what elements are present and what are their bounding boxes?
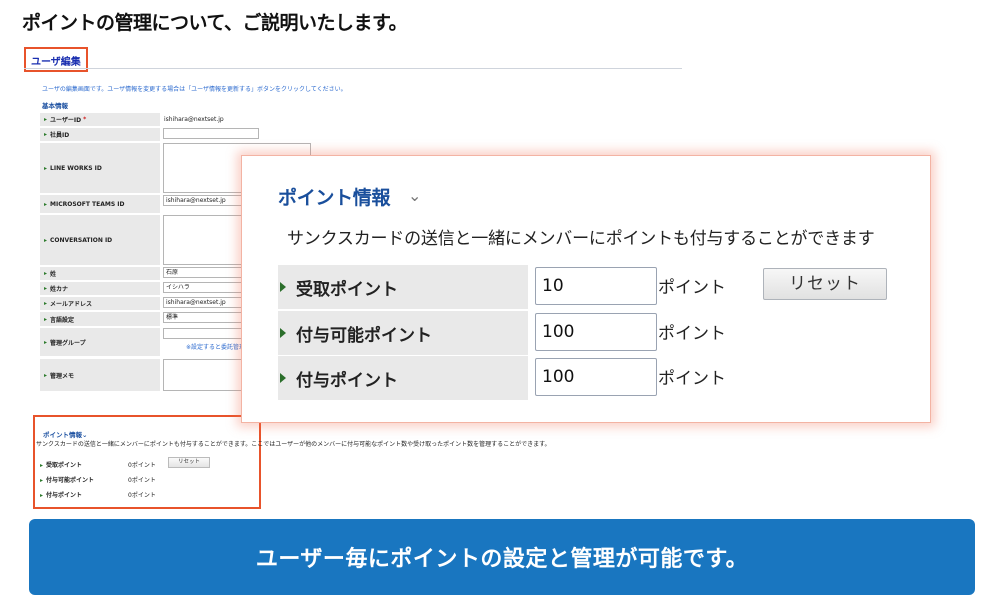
triangle-marker-icon [280,373,286,383]
zoom-points-title: ポイント情報 [278,187,391,209]
label-kana: 姓カナ [40,282,160,295]
row-kana: 姓カナ イシハラ [40,281,268,296]
label-language: 言語設定 [40,312,160,326]
zoom-label-received: 受取ポイント [278,265,528,309]
row-line-works-id: LINE WORKS ID [40,142,311,194]
unit-label: ポイント [658,324,726,344]
unit-label: ポイント [658,278,726,298]
row-last-name: 姓 石原 [40,266,268,281]
unit-label: ポイント [658,369,726,389]
summary-banner: ユーザー毎にポイントの設定と管理が可能です。 [29,519,975,595]
zoom-row-received: 受取ポイント 10 ポイント リセット [278,265,930,309]
reset-button[interactable]: リセット [168,457,210,468]
row-language: 言語設定 標準 [40,311,268,327]
points-description: サンクスカードの送信と一緒にメンバーにポイントも付与することができます。ここでは… [36,441,551,448]
tab-divider [24,68,682,69]
label-received-points: 受取ポイント [40,460,82,469]
intro-text: ユーザの編集画面です。ユーザ情報を変更する場合は「ユーザ情報を更新する」ボタンを… [42,86,347,93]
row-email: メールアドレス ishihara@nextset.jp [40,296,268,311]
row-conversation-id: CONVERSATION ID [40,214,311,266]
label-conversation-id: CONVERSATION ID [40,215,160,265]
points-section-title: ポイント情報⌄ [43,431,88,439]
zoom-label-grantable: 付与可能ポイント [278,311,528,355]
value-granted-points: 0ポイント [128,492,156,499]
label-grantable-points: 付与可能ポイント [40,475,94,484]
zoom-row-grantable: 付与可能ポイント 100 ポイント [278,311,930,355]
granted-points-input[interactable]: 100 [535,358,657,396]
grantable-points-input[interactable]: 100 [535,313,657,351]
label-teams-id: MICROSOFT TEAMS ID [40,195,160,213]
label-line-works-id: LINE WORKS ID [40,143,160,193]
row-memo: 管理メモ [40,358,311,392]
label-email: メールアドレス [40,297,160,310]
value-grantable-points: 0ポイント [128,477,156,484]
label-group: 管理グループ [40,328,160,356]
value-user-id: ishihara@nextset.jp [164,115,224,123]
section-title-basic-info: 基本情報 [42,102,68,110]
triangle-marker-icon [280,328,286,338]
chevron-down-icon: ⌄ [82,431,88,439]
received-points-input[interactable]: 10 [535,267,657,305]
label-user-id: ユーザーID* [40,113,160,126]
value-received-points: 0ポイント [128,462,156,469]
label-memo: 管理メモ [40,359,160,391]
triangle-marker-icon [280,282,286,292]
label-granted-points: 付与ポイント [40,490,82,499]
row-user-id: ユーザーID* ishihara@nextset.jp [40,112,268,127]
points-zoom-callout: ポイント情報 ⌄ サンクスカードの送信と一緒にメンバーにポイントも付与することが… [241,155,931,423]
chevron-down-icon[interactable]: ⌄ [408,186,421,205]
row-group: 管理グループ ※設定すると委託管理者がこ [40,327,268,357]
zoom-label-granted: 付与ポイント [278,356,528,400]
label-employee-id: 社員ID [40,128,160,141]
required-mark: * [83,116,87,123]
employee-id-input[interactable] [163,128,259,139]
zoom-points-description: サンクスカードの送信と一緒にメンバーにポイントも付与することができます [287,229,875,249]
reset-button[interactable]: リセット [763,268,887,300]
zoom-row-granted: 付与ポイント 100 ポイント [278,356,930,400]
row-employee-id: 社員ID [40,127,268,142]
label-last-name: 姓 [40,267,160,280]
row-teams-id: MICROSOFT TEAMS ID ishihara@nextset.jp [40,194,273,214]
page-heading: ポイントの管理について、ご説明いたします。 [22,12,408,34]
